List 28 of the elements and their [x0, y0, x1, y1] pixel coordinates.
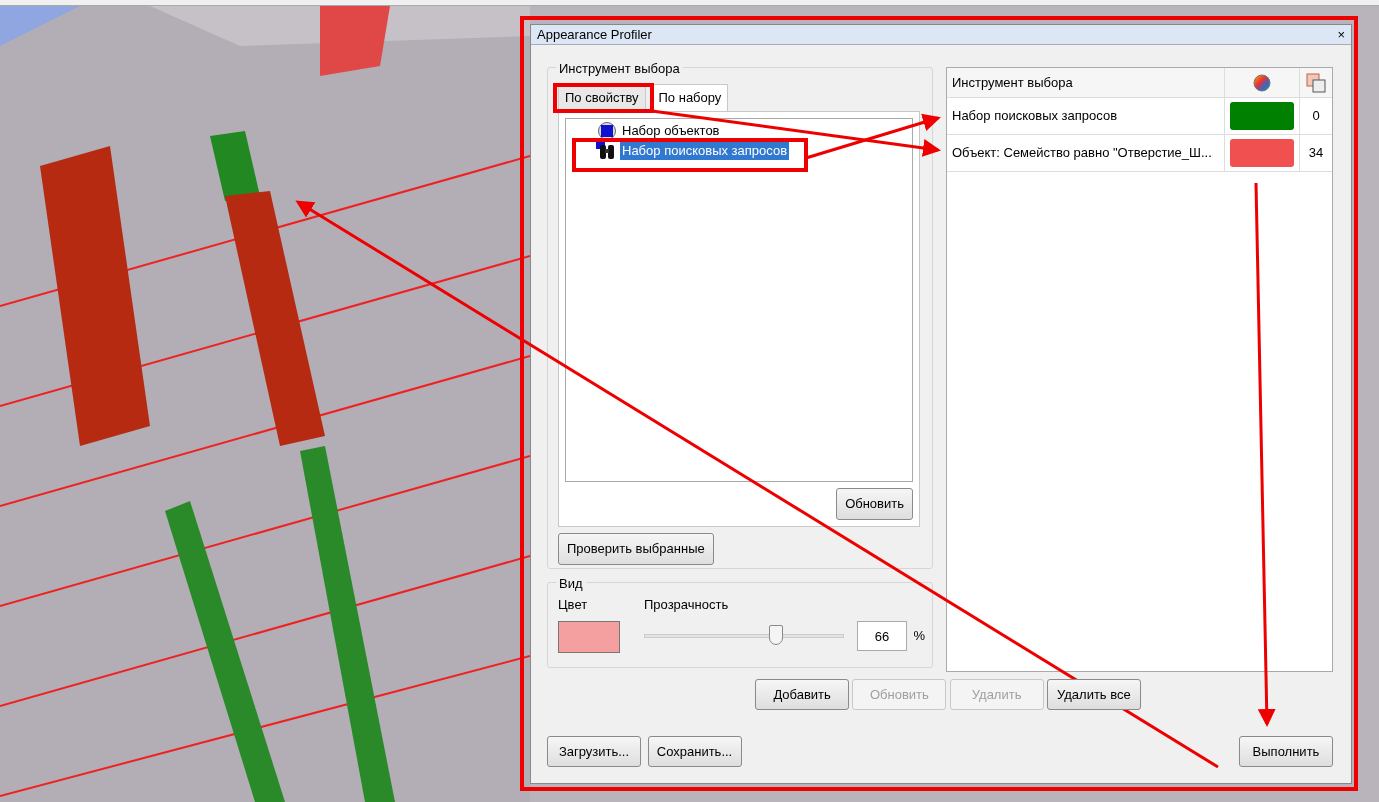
object-set-icon — [596, 120, 618, 141]
refresh-button[interactable]: Обновить — [836, 488, 913, 520]
close-button[interactable]: × — [1337, 24, 1345, 45]
table-cell-text: 0 — [1311, 107, 1321, 126]
color-swatch[interactable] — [558, 621, 620, 653]
table-cell: Набор поисковых запросов — [947, 98, 1225, 134]
unit-label: % — [913, 627, 926, 646]
column-header: Инструмент выбора — [947, 68, 1225, 97]
overlapping-squares-icon — [1306, 72, 1326, 93]
tab[interactable]: По набору — [651, 84, 729, 111]
dialog-title: Appearance Profiler — [537, 25, 652, 44]
action-button[interactable]: Удалить все — [1046, 678, 1141, 710]
tree-item[interactable]: Набор поисковых запросов — [620, 140, 790, 161]
file-button[interactable]: Загрузить... — [547, 735, 641, 767]
slider-thumb[interactable] — [768, 625, 783, 645]
table-cell-text: 34 — [1307, 144, 1325, 163]
color-swatch[interactable] — [1230, 139, 1294, 167]
transparency-input[interactable]: 66 — [857, 621, 907, 651]
color-label: Цвет — [558, 596, 589, 614]
run-button[interactable]: Выполнить — [1239, 735, 1333, 767]
color-swatch[interactable] — [1230, 102, 1294, 130]
action-button[interactable]: Добавить — [755, 678, 850, 710]
color-wheel-icon — [1253, 73, 1271, 92]
transparency-label: Прозрачность — [644, 596, 730, 614]
file-button[interactable]: Сохранить... — [647, 735, 742, 767]
table-cell: Объект: Семейство равно "Отверстие_Ш... — [947, 135, 1225, 171]
tree-item[interactable]: Набор объектов — [620, 120, 722, 141]
check-selected-button[interactable]: Проверить выбранные — [558, 533, 714, 565]
